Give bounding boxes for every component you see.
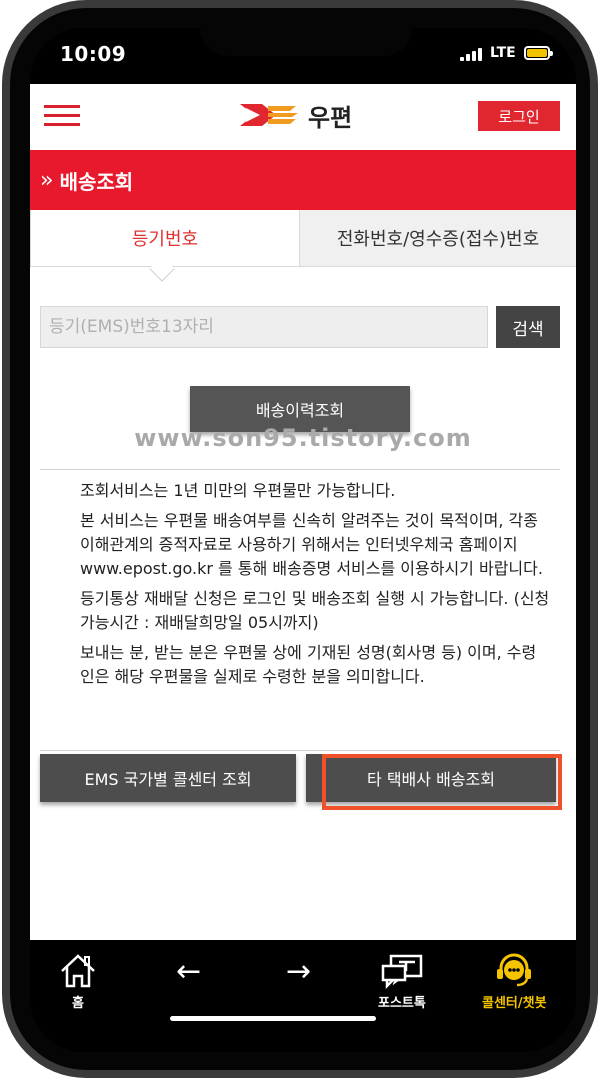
chat-bubble-icon: [381, 954, 423, 990]
network-label: LTE: [490, 45, 516, 61]
nav-posttalk[interactable]: 포스트톡: [378, 952, 426, 1011]
home-icon: [61, 954, 95, 988]
nav-back[interactable]: ←: [176, 952, 201, 992]
status-bar: 10:09 LTE: [30, 28, 576, 84]
top-bar: 우편 로그인: [30, 84, 576, 148]
notice-item: 등기통상 재배달 신청은 로그인 및 배송조회 실행 시 가능합니다. (신청가…: [80, 589, 550, 632]
other-courier-tracking-button[interactable]: 타 택배사 배송조회: [306, 754, 556, 802]
notice-item: 조회서비스는 1년 미만의 우편물만 가능합니다.: [80, 481, 396, 500]
tab-label: 등기번호: [131, 229, 199, 250]
logo-text: 우편: [308, 103, 353, 132]
bottom-navigation: 홈 ← → 포스트톡 콜센터/챗봇: [30, 940, 576, 1052]
search-button[interactable]: 검색: [496, 306, 560, 348]
post-logo-icon: [240, 104, 298, 126]
nav-label: 콜센터/챗봇: [482, 996, 547, 1011]
signal-icon: [460, 47, 482, 61]
tab-pointer-icon: [149, 256, 175, 282]
phone-screen: 10:09 LTE 우편 로그인 ›› 배송조회 등기번호 전화번호/영수증(접…: [30, 28, 576, 1052]
nav-home[interactable]: 홈: [58, 952, 98, 1011]
nav-label: 포스트톡: [378, 996, 426, 1011]
home-indicator: [170, 1016, 376, 1021]
forward-arrow-icon: →: [286, 954, 312, 989]
app-content: 우편 로그인 ›› 배송조회 등기번호 전화번호/영수증(접수)번호 검색 배송…: [30, 84, 576, 940]
divider: [40, 750, 560, 751]
tab-registered-number[interactable]: 등기번호: [30, 210, 300, 282]
login-button[interactable]: 로그인: [478, 101, 560, 131]
section-header: ›› 배송조회: [30, 150, 576, 210]
double-chevron-icon: ››: [40, 167, 53, 193]
tab-phone-receipt-number[interactable]: 전화번호/영수증(접수)번호: [300, 210, 576, 267]
status-time: 10:09: [60, 42, 127, 66]
notice-item: 보내는 분, 받는 분은 우편물 상에 기재된 성명(회사명 등) 이며, 수령…: [80, 643, 537, 686]
notch: [200, 28, 412, 56]
watermark: www.son95.tistory.com: [134, 424, 472, 452]
ems-callcenter-button[interactable]: EMS 국가별 콜센터 조회: [40, 754, 296, 802]
section-title: 배송조회: [59, 169, 134, 194]
tab-label: 전화번호/영수증(접수)번호: [336, 229, 540, 250]
nav-forward[interactable]: →: [286, 952, 311, 992]
battery-icon: [524, 46, 553, 60]
notice-list: 조회서비스는 1년 미만의 우편물만 가능합니다. 본 서비스는 우편물 배송여…: [80, 479, 550, 695]
back-arrow-icon: ←: [176, 954, 202, 989]
notice-item: 본 서비스는 우편물 배송여부를 신속히 알려주는 것이 목적이며, 각종 이해…: [80, 511, 543, 578]
menu-icon[interactable]: [44, 104, 80, 128]
divider: [40, 469, 560, 470]
headset-icon: [497, 953, 532, 987]
tracking-number-input[interactable]: [40, 306, 488, 348]
epost-logo: 우편: [238, 98, 352, 132]
nav-label: 홈: [72, 996, 84, 1011]
nav-callcenter[interactable]: 콜센터/챗봇: [482, 952, 547, 1011]
